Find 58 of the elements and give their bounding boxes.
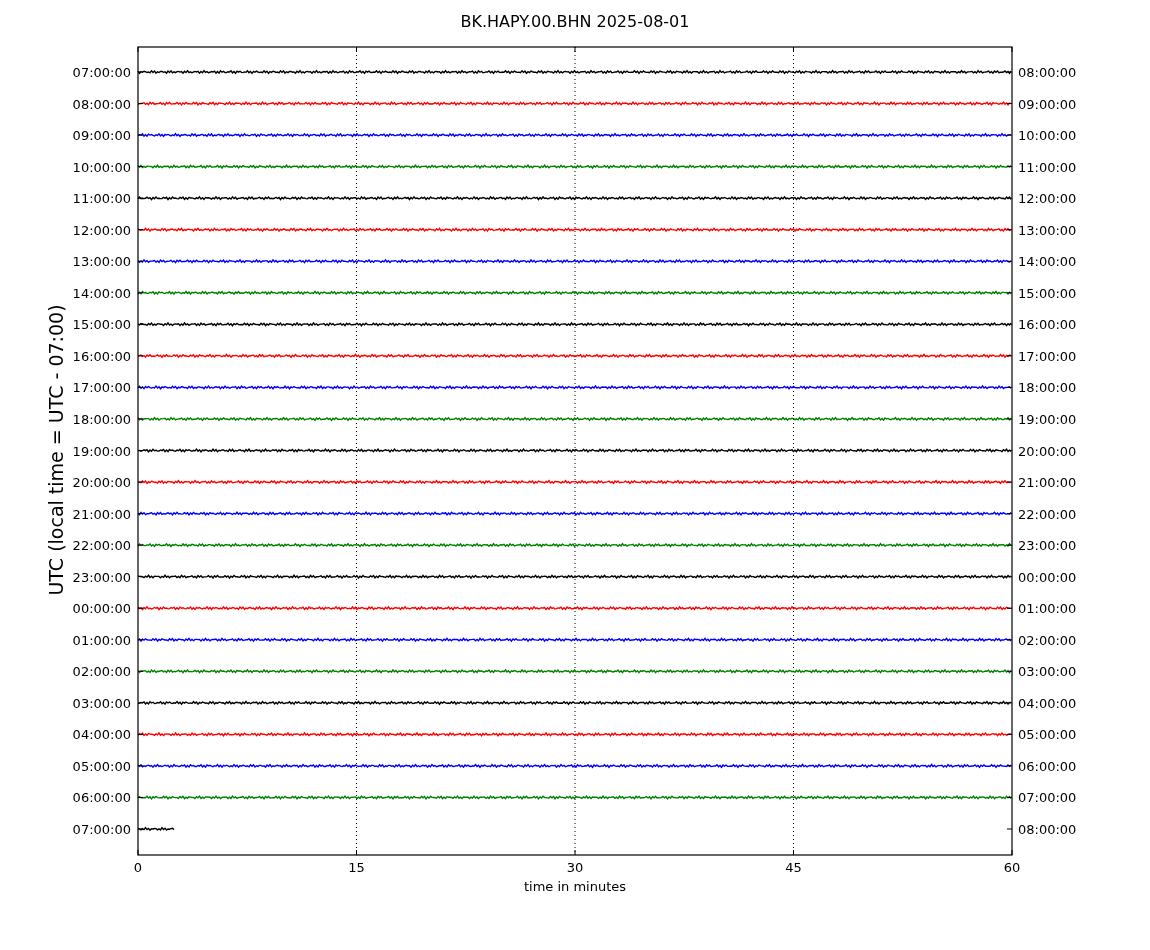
time-label: 07:00:00 [1018,790,1077,806]
time-label: 12:00:00 [72,222,131,238]
time-label: 15:00:00 [72,317,131,333]
time-label: 16:00:00 [72,348,131,364]
time-label: 20:00:00 [72,475,131,491]
chart-title: BK.HAPY.00.BHN 2025-08-01 [460,12,690,31]
x-tick-label: 0 [133,860,143,875]
time-label: 14:00:00 [1018,254,1077,270]
time-label: 08:00:00 [1018,822,1077,837]
time-label: 19:00:00 [1018,411,1077,427]
time-label: 05:00:00 [1018,727,1077,743]
time-label: 21:00:00 [72,506,131,522]
time-label: 02:00:00 [1018,632,1077,648]
time-label: 07:00:00 [72,822,131,837]
time-label: 17:00:00 [1018,348,1077,364]
time-label: 23:00:00 [72,569,131,585]
time-label: 10:00:00 [1018,128,1077,144]
time-label: 10:00:00 [72,159,131,175]
time-label: 19:00:00 [72,443,131,459]
time-label: 07:00:00 [72,65,131,80]
time-label: 13:00:00 [72,254,131,270]
x-tick-label: 15 [348,860,365,875]
x-tick-label: 45 [785,860,802,875]
time-label: 03:00:00 [1018,664,1077,680]
time-label: 04:00:00 [72,727,131,743]
y-axis-label: UTC (local time = UTC - 07:00) [45,304,67,596]
x-axis-label: time in minutes [523,879,627,894]
time-label: 17:00:00 [72,380,131,396]
time-label: 09:00:00 [1018,96,1077,112]
time-label: 09:00:00 [72,128,131,144]
time-label: 08:00:00 [72,96,131,112]
time-label: 18:00:00 [72,411,131,427]
time-label: 21:00:00 [1018,475,1077,491]
time-label: 00:00:00 [72,601,131,617]
time-label: 18:00:00 [1018,380,1077,396]
time-label: 04:00:00 [1018,695,1077,711]
time-label: 23:00:00 [1018,538,1077,554]
time-label: 13:00:00 [1018,222,1077,238]
time-label: 06:00:00 [72,790,131,806]
time-label: 22:00:00 [1018,506,1077,522]
x-tick-label: 60 [1003,860,1021,875]
time-label: 15:00:00 [1018,285,1077,301]
time-label: 01:00:00 [72,632,131,648]
time-label: 03:00:00 [72,695,131,711]
time-label: 11:00:00 [1018,159,1077,175]
time-label: 02:00:00 [72,664,131,680]
time-label: 01:00:00 [1018,601,1077,617]
time-label: 20:00:00 [1018,443,1077,459]
time-label: 08:00:00 [1018,65,1077,80]
time-label: 22:00:00 [72,538,131,554]
time-label: 12:00:00 [1018,191,1077,207]
time-label: 14:00:00 [72,285,131,301]
x-tick-label: 30 [566,860,584,875]
time-label: 11:00:00 [72,191,131,207]
time-label: 05:00:00 [72,758,131,774]
time-label: 16:00:00 [1018,317,1077,333]
time-label: 06:00:00 [1018,758,1077,774]
time-label: 00:00:00 [1018,569,1077,585]
